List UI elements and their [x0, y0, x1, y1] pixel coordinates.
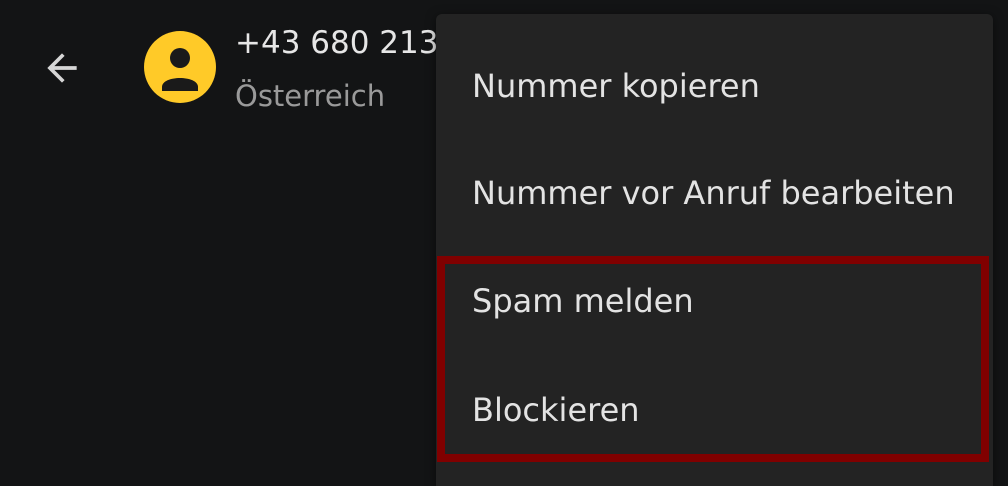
menu-item-edit-number-before-call[interactable]: Nummer vor Anruf bearbeiten: [436, 139, 993, 246]
menu-item-block[interactable]: Blockieren: [436, 356, 993, 463]
overflow-menu: Nummer kopieren Nummer vor Anruf bearbei…: [436, 14, 993, 486]
menu-item-report-spam[interactable]: Spam melden: [436, 247, 993, 354]
menu-item-label: Spam melden: [472, 281, 694, 320]
phone-number: +43 680 213…: [235, 25, 440, 61]
menu-item-label: Nummer vor Anruf bearbeiten: [472, 173, 955, 212]
menu-item-label: Nummer kopieren: [472, 66, 760, 105]
menu-item-label: Blockieren: [472, 390, 640, 429]
contact-info: +43 680 213… Österreich: [235, 24, 440, 124]
person-icon: [162, 48, 198, 91]
menu-item-copy-number[interactable]: Nummer kopieren: [436, 32, 993, 139]
back-button[interactable]: [36, 42, 88, 94]
country-label: Österreich: [235, 79, 386, 113]
contact-avatar: [144, 31, 216, 103]
arrow-back-icon: [47, 53, 77, 83]
